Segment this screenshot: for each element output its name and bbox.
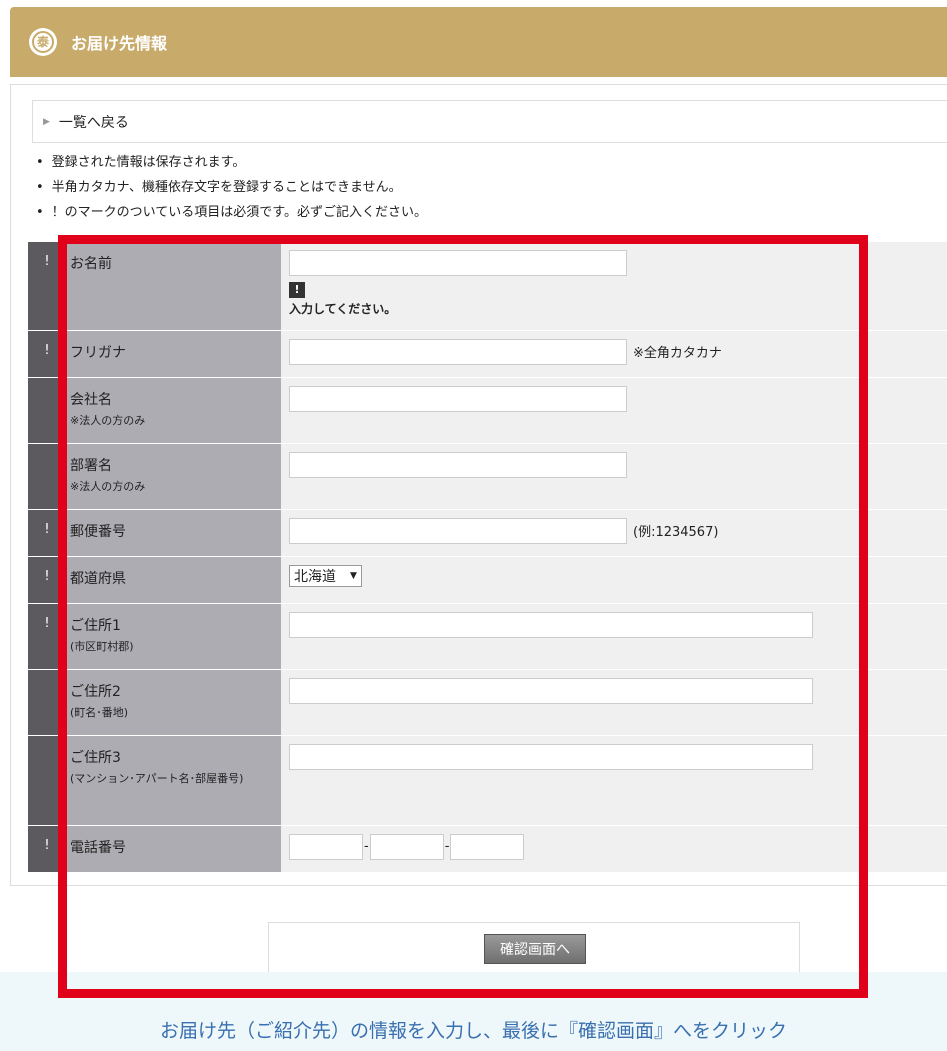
section-title: お届け先情報 <box>71 34 168 53</box>
phone-part3-input[interactable] <box>450 833 525 860</box>
label-name: お名前 <box>66 242 281 331</box>
field-name: ! 入力してください。 <box>281 242 947 331</box>
label-address1: ご住所1 (市区町村郡) <box>66 603 281 670</box>
row-name: ! お名前 ! 入力してください。 <box>28 242 947 331</box>
field-phone: -- <box>281 825 947 873</box>
kana-hint: ※全角カタカナ <box>633 346 722 361</box>
row-prefecture: ! 都道府県 北海道 ▼ <box>28 556 947 604</box>
label-address3: ご住所3 (マンション･アパート名･部屋番号) <box>66 735 281 826</box>
optional-marker <box>28 669 66 736</box>
prefecture-selected-value: 北海道 <box>294 568 336 585</box>
department-input[interactable] <box>289 451 627 478</box>
notice-item: 登録された情報は保存されます。 <box>36 150 427 175</box>
phone-separator: - <box>364 839 369 854</box>
phone-part2-input[interactable] <box>369 833 444 860</box>
label-phone: 電話番号 <box>66 825 281 873</box>
row-address2: ご住所2 (町名･番地) <box>28 669 947 736</box>
phone-part1-input[interactable] <box>289 833 363 860</box>
label-postal: 郵便番号 <box>66 509 281 557</box>
notice-item: 半角カタカナ、機種依存文字を登録することはできません。 <box>36 175 427 200</box>
phone-separator: - <box>444 839 450 854</box>
row-address1: ! ご住所1 (市区町村郡) <box>28 603 947 670</box>
back-to-list-label: 一覧へ戻る <box>58 114 129 131</box>
prefecture-select[interactable]: 北海道 ▼ <box>289 564 362 587</box>
triangle-right-icon: ▶ <box>43 116 50 127</box>
back-to-list-link[interactable]: ▶ 一覧へ戻る <box>32 100 947 143</box>
optional-marker <box>28 735 66 826</box>
section-header: 泰 お届け先情報 <box>10 7 947 77</box>
required-marker: ! <box>28 556 66 604</box>
logo-char: 泰 <box>32 31 54 53</box>
row-phone: ! 電話番号 -- <box>28 825 947 873</box>
brand-logo-icon: 泰 <box>29 28 57 56</box>
kana-input[interactable] <box>289 338 627 365</box>
name-error-message: 入力してください。 <box>289 302 397 316</box>
address2-input[interactable] <box>289 677 813 704</box>
chevron-down-icon: ▼ <box>350 570 357 581</box>
notice-list: 登録された情報は保存されます。 半角カタカナ、機種依存文字を登録することはできま… <box>36 150 427 225</box>
company-input[interactable] <box>289 385 627 412</box>
optional-marker <box>28 443 66 510</box>
instruction-caption: お届け先（ご紹介先）の情報を入力し、最後に『確認画面』へをクリック <box>159 1020 787 1042</box>
row-department: 部署名 ※法人の方のみ <box>28 443 947 510</box>
required-marker: ! <box>28 825 66 873</box>
notice-item: ！のマークのついている項目は必須です。必ずご記入ください。 <box>36 200 427 225</box>
required-marker: ! <box>28 330 66 378</box>
optional-marker <box>28 377 66 444</box>
field-company <box>281 377 947 444</box>
delivery-form-table: ! お名前 ! 入力してください。 ! フリガナ ※全角カタカナ 会社名 ※法人… <box>28 242 947 873</box>
postal-code-input[interactable] <box>289 517 627 544</box>
postal-hint: (例:1234567) <box>633 525 719 540</box>
field-address2 <box>281 669 947 736</box>
field-address3 <box>281 735 947 826</box>
row-address3: ご住所3 (マンション･アパート名･部屋番号) <box>28 735 947 826</box>
field-address1 <box>281 603 947 670</box>
row-company: 会社名 ※法人の方のみ <box>28 377 947 444</box>
required-marker: ! <box>28 509 66 557</box>
required-marker: ! <box>28 242 66 331</box>
confirm-screen-button[interactable]: 確認画面へ <box>484 934 586 964</box>
label-prefecture: 都道府県 <box>66 556 281 604</box>
address3-input[interactable] <box>289 743 813 770</box>
address1-input[interactable] <box>289 611 813 638</box>
error-icon: ! <box>289 282 305 298</box>
row-kana: ! フリガナ ※全角カタカナ <box>28 330 947 378</box>
field-prefecture: 北海道 ▼ <box>281 556 947 604</box>
name-input[interactable] <box>289 250 627 276</box>
label-department: 部署名 ※法人の方のみ <box>66 443 281 510</box>
label-kana: フリガナ <box>66 330 281 378</box>
field-kana: ※全角カタカナ <box>281 330 947 378</box>
field-department <box>281 443 947 510</box>
field-postal: (例:1234567) <box>281 509 947 557</box>
required-marker: ! <box>28 603 66 670</box>
row-postal: ! 郵便番号 (例:1234567) <box>28 509 947 557</box>
label-address2: ご住所2 (町名･番地) <box>66 669 281 736</box>
label-company: 会社名 ※法人の方のみ <box>66 377 281 444</box>
